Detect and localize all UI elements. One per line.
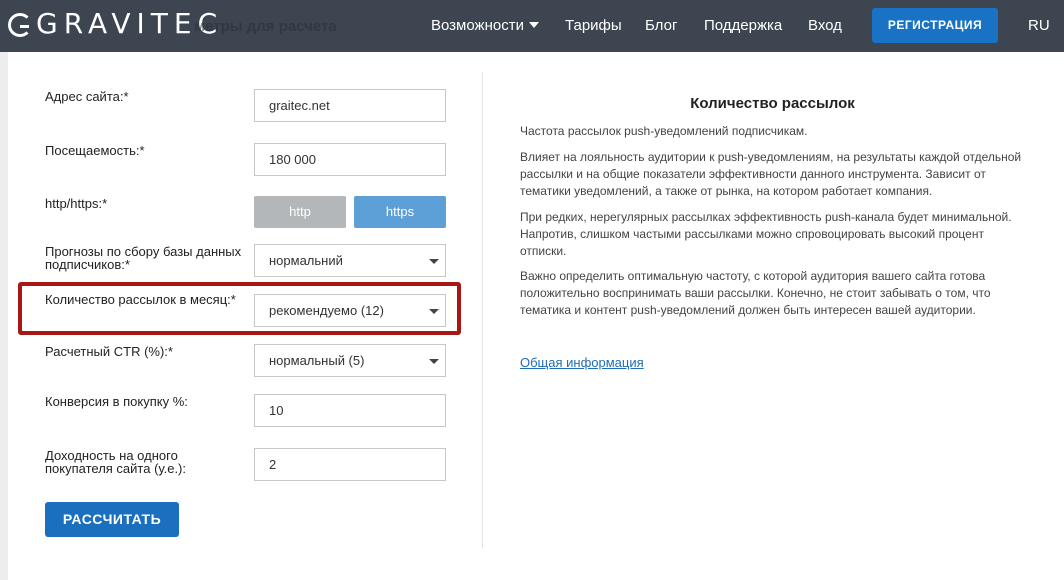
site-address-input[interactable]: graitec.net xyxy=(254,89,446,122)
info-paragraph: Влияет на лояльность аудитории к push-ув… xyxy=(520,150,1022,198)
protocol-label: http/https:* xyxy=(45,196,108,211)
calculate-button[interactable]: РАССЧИТАТЬ xyxy=(45,502,179,537)
top-navigation-bar: GRAVITEC метры для расчета Возможности Т… xyxy=(0,0,1064,52)
mailings-select[interactable]: рекомендуемо (12) xyxy=(254,294,446,327)
info-title: Количество рассылок xyxy=(690,95,855,112)
chevron-down-icon xyxy=(429,359,439,364)
conversion-input[interactable]: 10 xyxy=(254,394,446,427)
calculator-panel: Адрес сайта:* graitec.net Посещаемость:*… xyxy=(8,52,1064,580)
chevron-down-icon xyxy=(429,309,439,314)
info-paragraph: Важно определить оптимальную частоту, с … xyxy=(520,269,991,317)
forecast-select[interactable]: нормальний xyxy=(254,244,446,277)
chevron-down-icon xyxy=(429,259,439,264)
general-info-link[interactable]: Общая информация xyxy=(520,355,644,370)
nav-support[interactable]: Поддержка xyxy=(704,17,782,34)
traffic-input[interactable]: 180 000 xyxy=(254,143,446,176)
mailings-select-value: рекомендуемо (12) xyxy=(269,303,384,318)
info-paragraph: Частота рассылок push-уведомлений подпис… xyxy=(520,124,808,138)
info-paragraph: При редких, нерегулярных рассылках эффек… xyxy=(520,210,1012,258)
forecast-select-value: нормальний xyxy=(269,253,343,268)
nav-login[interactable]: Вход xyxy=(808,17,842,34)
column-divider xyxy=(482,72,483,548)
revenue-input[interactable]: 2 xyxy=(254,448,446,481)
nav-features[interactable]: Возможности xyxy=(431,17,539,34)
forecast-label: Прогнозы по сбору базы данных подписчико… xyxy=(45,244,242,272)
obscured-page-title: метры для расчета xyxy=(194,18,337,35)
nav-features-label: Возможности xyxy=(431,17,524,34)
nav-pricing[interactable]: Тарифы xyxy=(565,17,622,34)
logo-g-icon xyxy=(8,13,32,37)
ctr-label: Расчетный CTR (%):* xyxy=(45,344,173,359)
gravitec-logo[interactable]: GRAVITEC xyxy=(8,6,223,42)
ctr-select[interactable]: нормальный (5) xyxy=(254,344,446,377)
conversion-label: Конверсия в покупку %: xyxy=(45,394,188,409)
https-toggle-button[interactable]: https xyxy=(354,196,446,228)
chevron-down-icon xyxy=(528,22,539,28)
site-address-label: Адрес сайта:* xyxy=(45,89,129,104)
mailings-label: Количество рассылок в месяц:* xyxy=(45,292,236,307)
language-switch[interactable]: RU xyxy=(1028,17,1050,34)
traffic-label: Посещаемость:* xyxy=(45,143,145,158)
revenue-label: Доходность на одного покупателя сайта (у… xyxy=(45,448,186,476)
register-button[interactable]: РЕГИСТРАЦИЯ xyxy=(872,8,998,43)
ctr-select-value: нормальный (5) xyxy=(269,353,365,368)
http-toggle-button[interactable]: http xyxy=(254,196,346,228)
nav-blog[interactable]: Блог xyxy=(645,17,677,34)
